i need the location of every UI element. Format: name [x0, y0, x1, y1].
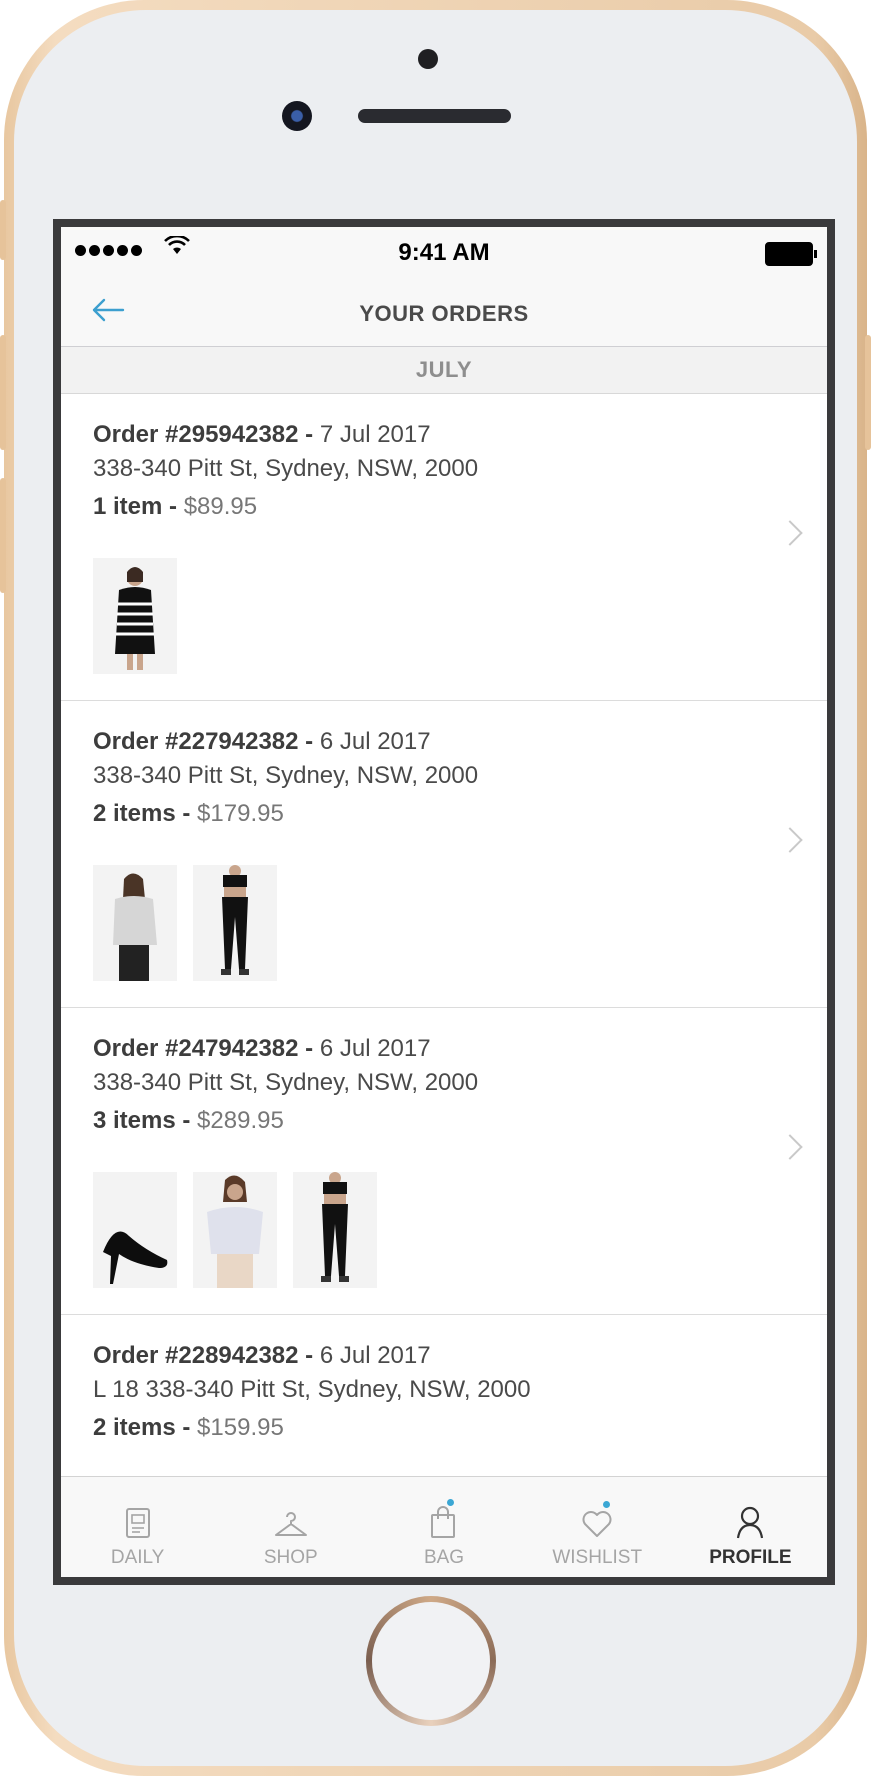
order-row[interactable]: Order #247942382 - 6 Jul 2017 338-340 Pit… — [61, 1008, 827, 1315]
order-summary: 3 items - $289.95 — [93, 1104, 827, 1138]
profile-icon — [674, 1499, 827, 1539]
chevron-right-icon — [777, 1134, 803, 1160]
order-separator: - — [298, 1035, 320, 1062]
tab-wishlist[interactable]: WISHLIST — [521, 1477, 674, 1577]
tab-label: WISHLIST — [552, 1547, 643, 1568]
navigation-bar: YOUR ORDERS — [61, 277, 827, 347]
order-item-count: 3 items — [93, 1107, 176, 1134]
tab-label: BAG — [423, 1547, 465, 1568]
order-number: Order #247942382 — [93, 1035, 299, 1062]
tab-label: SHOP — [263, 1547, 318, 1568]
order-price: $289.95 — [197, 1107, 284, 1134]
month-section-header: JULY — [61, 347, 827, 394]
mute-switch — [0, 200, 6, 260]
order-thumbnails — [93, 558, 177, 674]
front-camera — [282, 101, 312, 131]
product-thumbnail[interactable] — [93, 558, 177, 674]
order-thumbnails — [93, 865, 277, 981]
order-date: 7 Jul 2017 — [319, 421, 431, 448]
order-thumbnails — [93, 1172, 377, 1288]
product-thumbnail[interactable] — [193, 1172, 277, 1288]
tab-label: DAILY — [110, 1547, 165, 1568]
battery-icon — [765, 242, 817, 266]
earpiece-speaker — [358, 109, 511, 123]
tab-label: PROFILE — [709, 1547, 792, 1568]
order-separator: - — [298, 421, 320, 448]
order-item-count: 2 items — [93, 800, 176, 827]
daily-icon — [61, 1499, 214, 1539]
order-row[interactable]: Order #295942382 - 7 Jul 2017 338-340 Pit… — [61, 394, 827, 701]
order-address: L 18 338-340 Pitt St, Sydney, NSW, 2000 — [93, 1376, 531, 1403]
page-title: YOUR ORDERS — [359, 301, 529, 326]
app-screen: 9:41 AM YOUR ORDERS JULY Order #29594238… — [53, 219, 835, 1585]
order-address: 338-340 Pitt St, Sydney, NSW, 2000 — [93, 762, 479, 789]
order-date: 6 Jul 2017 — [319, 1342, 431, 1369]
order-price: $179.95 — [197, 800, 284, 827]
power-button — [865, 335, 871, 450]
volume-down-button — [0, 478, 6, 593]
chevron-right-icon — [777, 827, 803, 853]
tab-profile[interactable]: PROFILE — [674, 1477, 827, 1577]
order-row[interactable]: Order #227942382 - 6 Jul 2017 338-340 Pit… — [61, 701, 827, 1008]
order-address: 338-340 Pitt St, Sydney, NSW, 2000 — [93, 1069, 479, 1096]
order-number: Order #227942382 — [93, 728, 299, 755]
order-heading: Order #228942382 - 6 Jul 2017 — [93, 1339, 827, 1373]
home-button[interactable] — [366, 1596, 496, 1726]
order-summary-separator: - — [162, 493, 184, 520]
product-thumbnail[interactable] — [93, 865, 177, 981]
order-heading: Order #227942382 - 6 Jul 2017 — [93, 725, 827, 759]
order-summary-separator: - — [175, 800, 198, 827]
tab-bar: DAILY SHOP BAG WISHLIST PROFILE — [61, 1476, 827, 1577]
product-thumbnail[interactable] — [293, 1172, 377, 1288]
status-time: 9:41 AM — [398, 239, 490, 266]
order-summary-separator: - — [175, 1414, 198, 1441]
order-heading: Order #247942382 - 6 Jul 2017 — [93, 1032, 827, 1066]
notification-dot — [602, 1501, 610, 1508]
order-item-count: 1 item — [93, 493, 163, 520]
heart-icon — [521, 1499, 674, 1539]
order-separator: - — [298, 1342, 320, 1369]
order-address: 338-340 Pitt St, Sydney, NSW, 2000 — [93, 455, 479, 482]
order-number: Order #228942382 — [93, 1342, 299, 1369]
orders-list: Order #295942382 - 7 Jul 2017 338-340 Pit… — [61, 394, 827, 1577]
order-date: 6 Jul 2017 — [319, 1035, 431, 1062]
order-price: $159.95 — [197, 1414, 284, 1441]
order-separator: - — [298, 728, 320, 755]
order-summary: 2 items - $179.95 — [93, 797, 827, 831]
order-summary: 1 item - $89.95 — [93, 490, 827, 524]
volume-up-button — [0, 335, 6, 450]
order-date: 6 Jul 2017 — [319, 728, 431, 755]
bag-icon — [367, 1499, 520, 1539]
hanger-icon — [214, 1499, 367, 1539]
order-summary-separator: - — [175, 1107, 198, 1134]
order-price: $89.95 — [183, 493, 258, 520]
status-bar: 9:41 AM — [61, 227, 827, 277]
order-number: Order #295942382 — [93, 421, 299, 448]
product-thumbnail[interactable] — [193, 865, 277, 981]
product-thumbnail[interactable] — [93, 1172, 177, 1288]
tab-daily[interactable]: DAILY — [61, 1477, 214, 1577]
order-summary: 2 items - $159.95 — [93, 1411, 827, 1445]
tab-shop[interactable]: SHOP — [214, 1477, 367, 1577]
tab-bag[interactable]: BAG — [367, 1477, 520, 1577]
order-item-count: 2 items — [93, 1414, 176, 1441]
order-heading: Order #295942382 - 7 Jul 2017 — [93, 418, 827, 452]
proximity-sensor — [418, 49, 438, 69]
chevron-right-icon — [777, 520, 803, 546]
